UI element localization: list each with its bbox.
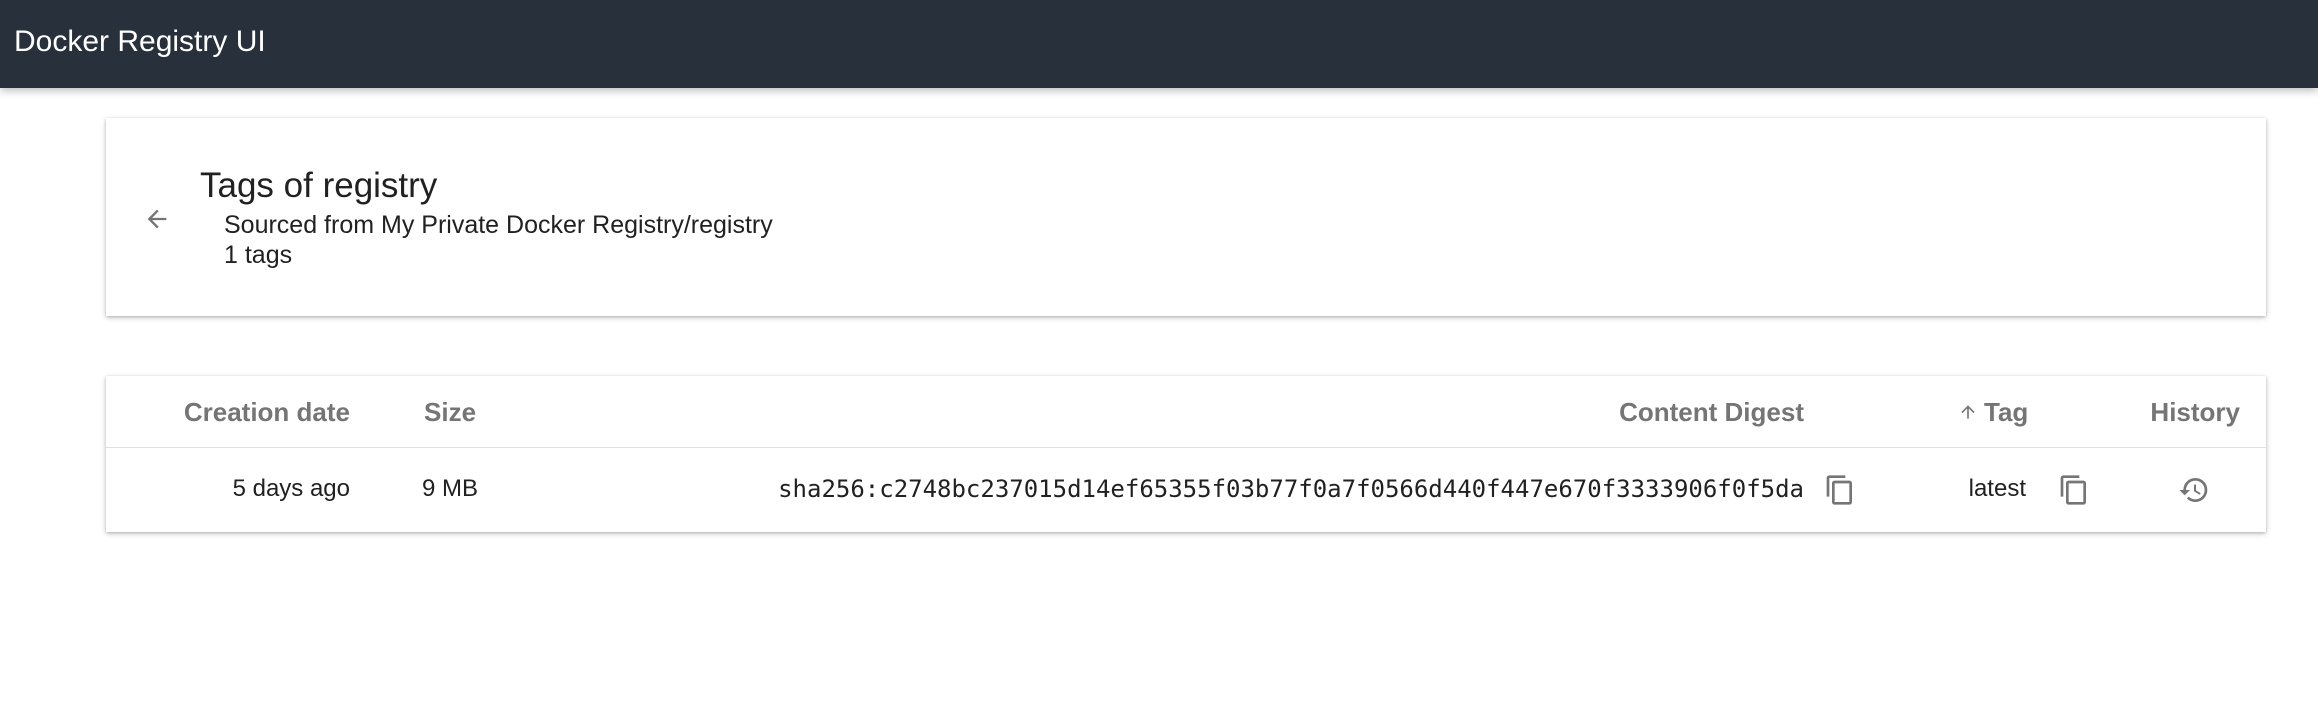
cell-content-digest: sha256:c2748bc237015d14ef65355f03b77f0a7… — [778, 475, 1804, 503]
history-icon — [2179, 478, 2208, 502]
column-header-size[interactable]: Size — [424, 396, 476, 428]
copy-digest-button[interactable] — [1818, 468, 1862, 512]
arrow-up-icon — [1961, 405, 1975, 419]
table-row: 5 days ago 9 MB sha256:c2748bc237015d14e… — [106, 448, 2266, 532]
column-header-content-digest[interactable]: Content Digest — [1619, 396, 1804, 428]
page-title: Tags of registry — [200, 166, 438, 205]
cell-size: 9 MB — [422, 475, 479, 502]
top-app-bar: Docker Registry UI — [0, 0, 2318, 88]
column-header-creation-date[interactable]: Creation date — [184, 396, 350, 428]
column-header-history: History — [2150, 397, 2240, 427]
copy-tag-button[interactable] — [2052, 468, 2096, 512]
history-button[interactable] — [2172, 468, 2216, 512]
column-header-tag-label: Tag — [1984, 397, 2029, 427]
cell-creation-date: 5 days ago — [232, 475, 350, 502]
column-header-tag[interactable]: Tag — [1958, 396, 2028, 428]
tags-header-card: Tags of registry Sourced from My Private… — [106, 118, 2266, 316]
tag-count: 1 tags — [224, 241, 293, 269]
arrow-back-icon — [147, 209, 167, 229]
copy-icon — [1826, 475, 1852, 505]
tags-table: Creation date Size Content Digest Tag Hi… — [106, 376, 2266, 532]
copy-icon — [2060, 475, 2086, 505]
source-subtitle: Sourced from My Private Docker Registry/… — [224, 211, 773, 239]
table-header: Creation date Size Content Digest Tag Hi… — [106, 376, 2266, 448]
cell-tag: latest — [1968, 475, 2026, 502]
app-title: Docker Registry UI — [14, 25, 266, 58]
back-button[interactable] — [132, 194, 182, 244]
